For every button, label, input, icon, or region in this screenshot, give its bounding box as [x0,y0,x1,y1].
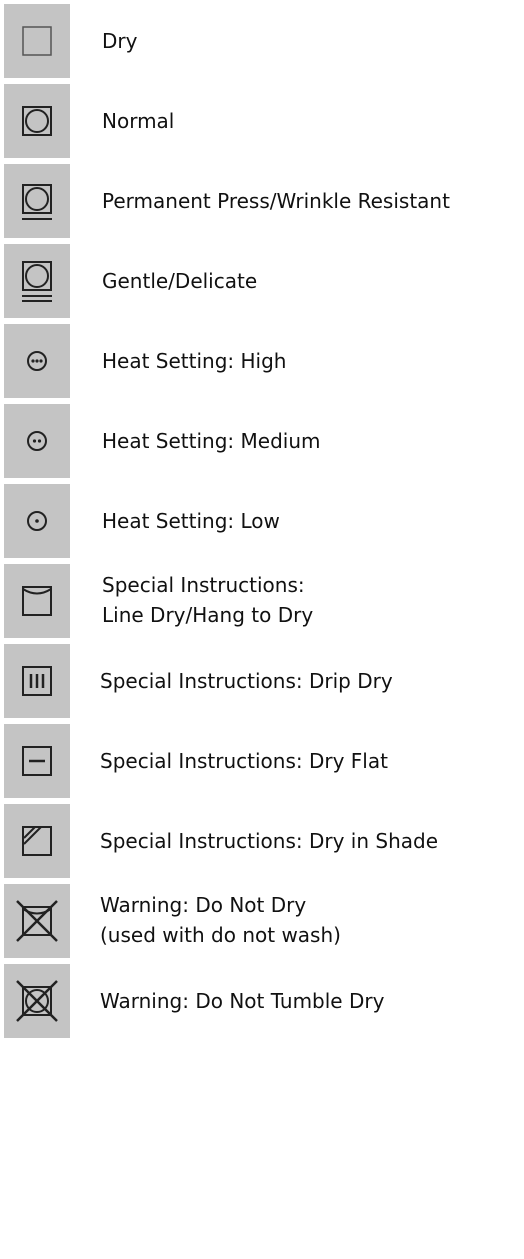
item-label: Dry [102,29,138,53]
dry-flat-icon [4,724,70,798]
item-label: Warning: Do Not Dry (used with do not wa… [100,890,341,950]
drip-dry-icon [4,644,70,718]
dry-square-icon [4,4,70,78]
tumble-dry-normal-icon [4,84,70,158]
item-label-line-1: Warning: Do Not Dry [100,893,307,917]
item-label-line-2: (used with do not wash) [100,923,341,947]
item-label: Heat Setting: High [102,349,287,373]
item-label: Special Instructions: Line Dry/Hang to D… [102,570,313,630]
item-label: Warning: Do Not Tumble Dry [100,989,385,1013]
item-label: Heat Setting: Low [102,509,280,533]
item-label-line-2: Line Dry/Hang to Dry [102,603,314,627]
heat-medium-icon [4,404,70,478]
item-label: Normal [102,109,175,133]
line-dry-icon [4,564,70,638]
item-label: Heat Setting: Medium [102,429,321,453]
tumble-dry-permanent-press-icon [4,164,70,238]
item-label-line-1: Special Instructions: [102,573,305,597]
item-label: Special Instructions: Dry in Shade [100,829,439,853]
heat-low-icon [4,484,70,558]
item-label: Special Instructions: Dry Flat [100,749,388,773]
heat-high-icon [4,324,70,398]
tumble-dry-gentle-icon [4,244,70,318]
do-not-dry-icon [4,884,70,958]
item-label: Permanent Press/Wrinkle Resistant [102,189,450,213]
item-label: Special Instructions: Drip Dry [100,669,393,693]
do-not-tumble-dry-icon [4,964,70,1038]
dry-in-shade-icon [4,804,70,878]
item-label: Gentle/Delicate [102,269,258,293]
